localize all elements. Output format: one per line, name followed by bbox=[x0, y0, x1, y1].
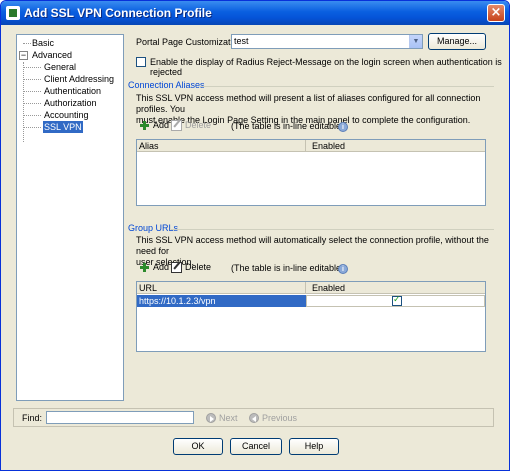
table-row[interactable]: https://10.1.2.3/vpn ✓ bbox=[137, 295, 485, 307]
group-urls-title: Group URLs bbox=[128, 223, 179, 233]
tree-item-accounting[interactable]: Accounting bbox=[17, 109, 123, 121]
portal-customization-select[interactable]: test ▼ bbox=[231, 34, 423, 49]
radius-reject-checkbox[interactable] bbox=[136, 57, 146, 67]
add-icon bbox=[139, 262, 150, 273]
tree-item-label: General bbox=[44, 62, 77, 72]
portal-customization-label: Portal Page Customization: bbox=[136, 37, 246, 47]
column-header-enabled[interactable]: Enabled bbox=[306, 140, 485, 152]
add-icon bbox=[139, 120, 150, 131]
ok-button[interactable]: OK bbox=[173, 438, 223, 455]
url-cell[interactable]: https://10.1.2.3/vpn bbox=[137, 295, 306, 307]
collapse-icon[interactable]: − bbox=[19, 51, 28, 60]
find-input[interactable] bbox=[46, 411, 194, 424]
aliases-table-header: Alias Enabled bbox=[137, 140, 485, 152]
close-button[interactable]: × bbox=[487, 4, 505, 22]
find-previous-button[interactable]: Previous bbox=[262, 413, 297, 423]
find-bar: Find: Next Previous bbox=[13, 408, 494, 427]
tree-item-advanced[interactable]: − Advanced bbox=[17, 49, 123, 61]
column-header-enabled[interactable]: Enabled bbox=[306, 282, 485, 294]
tree-item-ssl-vpn[interactable]: SSL VPN bbox=[17, 121, 123, 133]
tree-item-authentication[interactable]: Authentication bbox=[17, 85, 123, 97]
column-header-url[interactable]: URL bbox=[137, 282, 306, 294]
tree-item-authorization[interactable]: Authorization bbox=[17, 97, 123, 109]
aliases-table[interactable]: Alias Enabled bbox=[136, 139, 486, 206]
portal-customization-value: test bbox=[234, 36, 249, 46]
group-urls-add-button[interactable]: Add bbox=[139, 260, 169, 275]
aliases-add-button[interactable]: Add bbox=[139, 118, 169, 133]
tree-item-label: Client Addressing bbox=[44, 74, 115, 84]
tree-item-label: Authentication bbox=[44, 86, 102, 96]
tree-item-basic[interactable]: Basic bbox=[17, 37, 123, 49]
find-next-button[interactable]: Next bbox=[219, 413, 238, 423]
window-title: Add SSL VPN Connection Profile bbox=[24, 6, 212, 20]
radius-reject-label: Enable the display of Radius Reject-Mess… bbox=[150, 57, 502, 77]
dialog-window: Add SSL VPN Connection Profile × Basic −… bbox=[0, 0, 510, 471]
aliases-inline-note: (The table is in-line editable.) bbox=[231, 121, 347, 131]
next-arrow-icon[interactable] bbox=[206, 413, 216, 423]
column-header-alias[interactable]: Alias bbox=[137, 140, 306, 152]
title-bar: Add SSL VPN Connection Profile × bbox=[1, 1, 509, 25]
tree-item-label: Accounting bbox=[44, 110, 89, 120]
edit-icon bbox=[171, 262, 182, 273]
tree-item-client-addressing[interactable]: Client Addressing bbox=[17, 73, 123, 85]
edit-icon bbox=[171, 120, 182, 131]
tree-item-label: SSL VPN bbox=[43, 121, 83, 133]
aliases-delete-button[interactable]: Delete bbox=[171, 118, 211, 133]
connection-aliases-title: Connection Aliases bbox=[128, 80, 205, 90]
tree-item-label: Authorization bbox=[44, 98, 97, 108]
cancel-button[interactable]: Cancel bbox=[230, 438, 282, 455]
app-icon bbox=[6, 6, 20, 20]
tree-item-label: Advanced bbox=[32, 50, 73, 60]
group-urls-delete-button[interactable]: Delete bbox=[171, 260, 211, 275]
enabled-checkbox[interactable]: ✓ bbox=[392, 295, 402, 306]
tree-item-label: Basic bbox=[32, 38, 55, 48]
previous-arrow-icon[interactable] bbox=[249, 413, 259, 423]
manage-button[interactable]: Manage... bbox=[428, 33, 486, 50]
help-button[interactable]: Help bbox=[289, 438, 339, 455]
group-urls-table[interactable]: URL Enabled https://10.1.2.3/vpn ✓ bbox=[136, 281, 486, 352]
nav-tree: Basic − Advanced General Client Addressi… bbox=[16, 34, 124, 401]
group-urls-inline-note: (The table is in-line editable.) bbox=[231, 263, 347, 273]
group-urls-table-header: URL Enabled bbox=[137, 282, 485, 294]
find-label: Find: bbox=[22, 413, 43, 423]
checkmark-icon: ✓ bbox=[393, 295, 401, 305]
info-icon[interactable]: i bbox=[338, 122, 348, 132]
info-icon[interactable]: i bbox=[338, 264, 348, 274]
chevron-down-icon[interactable]: ▼ bbox=[409, 35, 422, 48]
enabled-cell[interactable]: ✓ bbox=[306, 295, 485, 307]
tree-item-general[interactable]: General bbox=[17, 61, 123, 73]
